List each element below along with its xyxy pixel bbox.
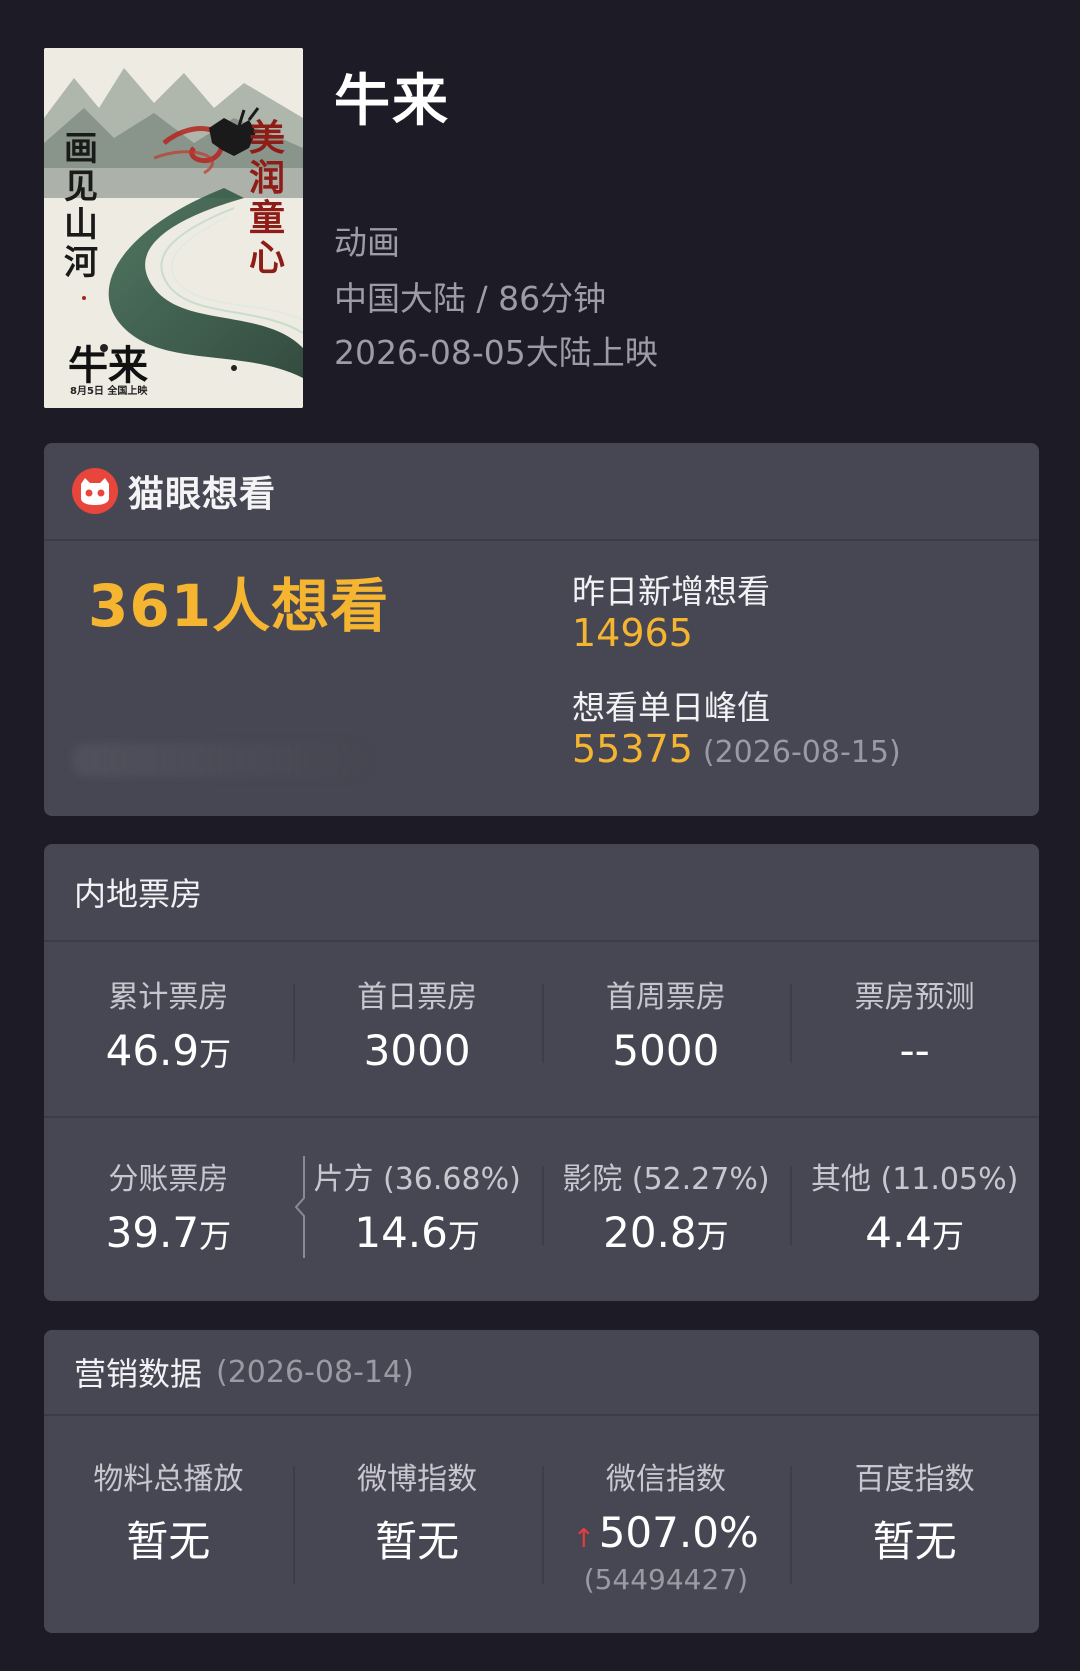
box-office-split-row: 分账票房 39.7万 片方 (36.68%) 14.6万 影院 (52.27%)… — [44, 1154, 1039, 1258]
movie-region-duration: 中国大陆 / 86分钟 — [334, 279, 607, 318]
cell-label: 首日票房 — [357, 980, 478, 1015]
box-office-summary-row: 累计票房 46.9万 首日票房 3000 首周票房 5000 票房预测 -- — [44, 972, 1039, 1075]
box-office-forecast[interactable]: 票房预测 -- — [790, 972, 1039, 1075]
box-office-header: 内地票房 — [44, 844, 1039, 942]
movie-title: 牛来 — [334, 69, 450, 134]
cell-value: 暂无 — [872, 1517, 957, 1566]
maoyan-cat-icon — [72, 468, 118, 514]
row-divider — [44, 1116, 1039, 1118]
cell-value: 暂无 — [126, 1517, 211, 1566]
cell-value: -- — [899, 1026, 930, 1075]
movie-poster[interactable]: 画见山河 美润童心 牛来 8月5日 全国上映 — [44, 48, 303, 408]
blurred-trend-text — [72, 743, 372, 777]
yesterday-new-label: 昨日新增想看 — [572, 572, 770, 611]
first-week-box-office[interactable]: 首周票房 5000 — [541, 972, 791, 1075]
yesterday-new-value: 14965 — [572, 611, 693, 655]
wechat-index[interactable]: 微信指数 ↑507.0% (54494427) — [541, 1454, 791, 1596]
movie-release-date: 2026-08-05大陆上映 — [334, 333, 658, 372]
box-office-title: 内地票房 — [74, 875, 203, 913]
want-to-see-card[interactable]: 猫眼想看 361人想看 昨日新增想看 14965 想看单日峰值 55375 (20… — [44, 443, 1039, 816]
movie-genre: 动画 — [334, 223, 400, 262]
cell-label: 其他 (11.05%) — [810, 1162, 1019, 1197]
want-card-header: 猫眼想看 — [44, 443, 1039, 541]
poster-vertical-right: 美润童心 — [249, 117, 286, 279]
daily-peak-date: (2026-08-15) — [702, 735, 901, 770]
other-share[interactable]: 其他 (11.05%) 4.4万 — [790, 1154, 1039, 1257]
marketing-row: 物料总播放 暂无 微博指数 暂无 微信指数 ↑507.0% (54494427)… — [44, 1454, 1039, 1596]
cell-value: 39.7万 — [105, 1208, 232, 1257]
marketing-data-card[interactable]: 营销数据 (2026-08-14) 物料总播放 暂无 微博指数 暂无 微信指数 … — [44, 1330, 1039, 1633]
trend-up-icon: ↑ — [572, 1524, 595, 1554]
cell-label: 首周票房 — [605, 980, 726, 1015]
box-office-card[interactable]: 内地票房 累计票房 46.9万 首日票房 3000 首周票房 5000 票房预测… — [44, 844, 1039, 1301]
marketing-header: 营销数据 (2026-08-14) — [44, 1330, 1039, 1416]
cell-value: 46.9万 — [105, 1026, 232, 1075]
cell-value: ↑507.0% — [572, 1508, 759, 1557]
cell-label: 分账票房 — [108, 1162, 229, 1197]
cell-label: 百度指数 — [854, 1462, 975, 1497]
baidu-index[interactable]: 百度指数 暂无 — [790, 1454, 1039, 1596]
cell-value: 20.8万 — [603, 1208, 729, 1257]
cell-label: 累计票房 — [108, 980, 229, 1015]
cinema-share[interactable]: 影院 (52.27%) 20.8万 — [541, 1154, 791, 1257]
daily-peak-value: 55375 — [572, 727, 693, 771]
first-day-box-office[interactable]: 首日票房 3000 — [292, 972, 542, 1075]
cell-value: 3000 — [363, 1026, 471, 1075]
cell-label: 微信指数 — [605, 1462, 726, 1497]
cell-label: 影院 (52.27%) — [562, 1162, 770, 1197]
cell-value: 暂无 — [375, 1517, 460, 1566]
material-plays[interactable]: 物料总播放 暂无 — [44, 1454, 293, 1596]
cell-label: 物料总播放 — [93, 1462, 244, 1497]
daily-peak-label: 想看单日峰值 — [572, 688, 770, 727]
marketing-date: (2026-08-14) — [216, 1354, 414, 1390]
cell-label: 微博指数 — [357, 1462, 478, 1497]
want-card-brand: 猫眼想看 — [128, 474, 277, 515]
daily-peak-value-row: 55375 (2026-08-15) — [572, 727, 901, 771]
marketing-title: 营销数据 — [74, 1355, 203, 1393]
producer-share[interactable]: 片方 (36.68%) 14.6万 — [293, 1154, 542, 1258]
poster-vertical-left: 画见山河 — [64, 129, 98, 283]
cell-value: 4.4万 — [865, 1208, 965, 1257]
cell-label: 片方 (36.68%) — [313, 1162, 521, 1197]
movie-detail-page: 画见山河 美润童心 牛来 8月5日 全国上映 牛来 动画 中国大陆 / 86分钟… — [0, 0, 1080, 1671]
cell-note: (54494427) — [583, 1563, 749, 1596]
total-box-office[interactable]: 累计票房 46.9万 — [44, 972, 293, 1075]
cell-value: 14.6万 — [354, 1208, 480, 1257]
brace-icon — [294, 1156, 305, 1258]
cell-label: 票房预测 — [854, 980, 975, 1015]
want-total-count: 361人想看 — [88, 572, 390, 640]
cell-value: 5000 — [612, 1026, 720, 1075]
poster-release-line: 8月5日 全国上映 — [70, 386, 148, 397]
split-box-office[interactable]: 分账票房 39.7万 — [44, 1154, 293, 1257]
weibo-index[interactable]: 微博指数 暂无 — [292, 1454, 542, 1596]
